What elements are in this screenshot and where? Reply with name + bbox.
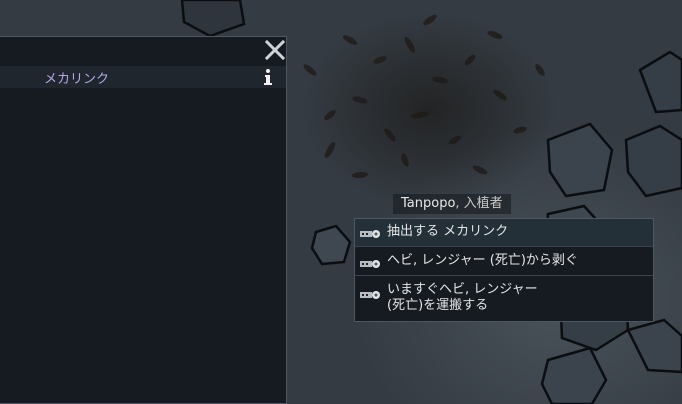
close-icon <box>265 40 285 60</box>
mechlink-label: メカリンク <box>44 72 110 87</box>
pawn-name-label: Tanpopo, 入植者 <box>393 194 511 214</box>
menu-item-label: いますぐヘビ, レンジャー (死亡)を運搬する <box>387 282 538 313</box>
info-panel: メカリンク <box>0 36 287 404</box>
menu-item-label: 抽出する メカリンク <box>387 224 509 239</box>
menu-item-strip[interactable]: ヘビ, レンジャー (死亡)から剥ぐ <box>355 247 653 276</box>
mechlink-icon <box>360 230 380 238</box>
info-icon[interactable] <box>259 67 277 87</box>
strip-icon <box>360 260 380 268</box>
haul-icon <box>360 291 380 299</box>
menu-item-label: ヘビ, レンジャー (死亡)から剥ぐ <box>387 253 578 268</box>
context-menu: 抽出する メカリンク ヘビ, レンジャー (死亡)から剥ぐ いますぐヘビ, レン… <box>354 218 654 322</box>
pawn-name: Tanpopo <box>401 196 456 211</box>
close-button[interactable] <box>262 37 288 63</box>
pawn-faction: , 入植者 <box>455 196 503 211</box>
mechlink-row[interactable]: メカリンク <box>0 66 286 88</box>
menu-item-extract-mechlink[interactable]: 抽出する メカリンク <box>355 219 653 247</box>
menu-item-haul[interactable]: いますぐヘビ, レンジャー (死亡)を運搬する <box>355 276 653 321</box>
filth-marks <box>303 14 545 179</box>
